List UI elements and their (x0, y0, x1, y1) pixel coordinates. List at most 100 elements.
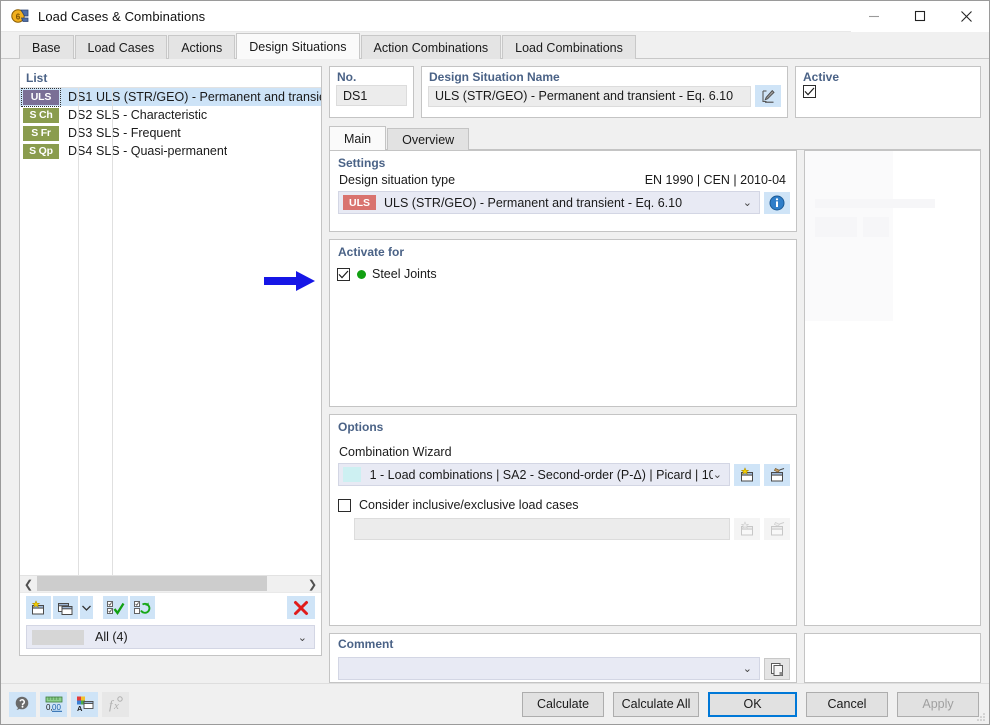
design-situation-type-combo[interactable]: ULS ULS (STR/GEO) - Permanent and transi… (338, 191, 760, 214)
activate-for-section: Activate for Steel Joints (329, 239, 797, 407)
new-combination-wizard-icon[interactable] (734, 463, 760, 486)
situation-name: ULS (STR/GEO) - Permanent and transient … (96, 90, 321, 104)
preview-panel (804, 150, 981, 626)
cancel-button[interactable]: Cancel (806, 691, 888, 717)
dialog-footer: 0, 00 A f x Calculate Calculate All OK C… (1, 683, 989, 724)
situation-badge: ULS (21, 88, 61, 107)
list-item[interactable]: S Ch DS2 SLS - Characteristic (20, 106, 321, 124)
scroll-thumb[interactable] (37, 575, 267, 591)
chevron-down-icon[interactable]: ⌄ (743, 662, 752, 675)
wizard-color-swatch (343, 467, 361, 482)
scroll-track[interactable] (37, 575, 304, 593)
calculate-all-button[interactable]: Calculate All (613, 691, 699, 717)
steel-joints-label: Steel Joints (372, 267, 437, 281)
chevron-down-icon[interactable]: ⌄ (713, 468, 722, 481)
inclusive-exclusive-field (354, 518, 730, 540)
list-item[interactable]: ULS DS1 ULS (STR/GEO) - Permanent and tr… (20, 88, 321, 107)
status-dot-icon (357, 269, 366, 279)
design-situation-name-label: Design Situation Name (429, 70, 560, 84)
tab-label: Load Cases (87, 40, 155, 55)
situation-no: DS1 (68, 90, 93, 104)
comment-combo[interactable]: ⌄ (338, 657, 760, 680)
display-properties-icon[interactable]: A (71, 691, 98, 717)
new-design-situation-icon[interactable] (26, 596, 51, 619)
close-button[interactable] (943, 0, 989, 32)
combination-wizard-value: 1 - Load combinations | SA2 - Second-ord… (369, 467, 713, 482)
scroll-left-button[interactable]: ❮ (20, 576, 37, 593)
svg-text:A: A (77, 704, 83, 713)
resize-grip[interactable] (975, 711, 986, 722)
tab-main[interactable]: Main (329, 126, 387, 150)
tab-label: Base (32, 40, 61, 55)
combination-wizard-combo[interactable]: 1 - Load combinations | SA2 - Second-ord… (338, 463, 730, 486)
steel-joints-checkbox[interactable] (337, 267, 350, 281)
tab-overview[interactable]: Overview (387, 128, 470, 150)
combination-wizard-row: 1 - Load combinations | SA2 - Second-ord… (338, 463, 790, 486)
design-situation-type-row: Design situation type EN 1990 | CEN | 20… (330, 173, 796, 187)
calculate-button[interactable]: Calculate (522, 691, 604, 717)
maximize-button[interactable] (897, 0, 943, 32)
list-item[interactable]: S Qp DS4 SLS - Quasi-permanent (20, 142, 321, 160)
situation-name: SLS - Frequent (96, 126, 181, 140)
list-filter-combo[interactable]: All (4) ⌄ (26, 625, 315, 649)
help-icon[interactable] (9, 691, 36, 717)
chevron-down-icon[interactable]: ⌄ (298, 631, 307, 644)
tab-label: Main (344, 131, 372, 146)
design-situations-list[interactable]: ULS DS1 ULS (STR/GEO) - Permanent and tr… (20, 87, 321, 575)
preview-footer-panel (804, 633, 981, 683)
copy-comment-icon[interactable] (764, 657, 790, 680)
main-settings-column: Settings Design situation type EN 1990 |… (329, 150, 797, 683)
edit-pencil-icon[interactable] (755, 85, 781, 107)
tab-label: Design Situations (249, 39, 347, 54)
tab-action-combinations[interactable]: Action Combinations (360, 35, 502, 59)
copy-design-situation-icon[interactable] (53, 596, 78, 619)
apply-button: Apply (897, 691, 979, 717)
no-value: DS1 (336, 85, 407, 106)
consider-inclusive-exclusive-checkbox[interactable] (338, 498, 351, 512)
design-situation-name-box: Design Situation Name ULS (STR/GEO) - Pe… (421, 66, 788, 118)
load-cases-combinations-window: 6 Load Cases & Combinations Base Load Ca… (0, 0, 990, 725)
select-all-icon[interactable] (103, 596, 128, 619)
design-situation-name-input[interactable]: ULS (STR/GEO) - Permanent and transient … (428, 85, 751, 107)
design-situation-type-label: Design situation type (339, 173, 456, 187)
situation-no: DS2 (68, 108, 93, 122)
minimize-button[interactable] (851, 0, 897, 32)
tab-load-combinations[interactable]: Load Combinations (502, 35, 636, 59)
chevron-down-icon[interactable]: ⌄ (743, 196, 752, 209)
tab-design-situations[interactable]: Design Situations (236, 33, 360, 59)
situation-badge: S Qp (23, 143, 59, 159)
blue-annotation-arrow (264, 270, 316, 292)
active-checkbox[interactable] (803, 85, 816, 98)
consider-inclusive-exclusive-row[interactable]: Consider inclusive/exclusive load cases (330, 486, 796, 512)
list-toolbar (20, 592, 321, 622)
list-item[interactable]: S Fr DS3 SLS - Frequent (20, 124, 321, 142)
info-icon[interactable] (764, 191, 790, 214)
tab-label: Action Combinations (373, 40, 489, 55)
type-value: ULS (STR/GEO) - Permanent and transient … (384, 195, 683, 210)
scroll-right-button[interactable]: ❯ (304, 576, 321, 593)
list-group-label: List (26, 71, 48, 85)
chevron-down-icon[interactable] (80, 596, 93, 619)
filter-value: All (4) (95, 630, 128, 644)
header-fields-row: No. DS1 Design Situation Name ULS (STR/G… (329, 66, 981, 118)
detail-tab-bar[interactable]: Main Overview (329, 125, 981, 150)
comment-group-label: Comment (338, 637, 394, 651)
situation-name: SLS - Quasi-permanent (96, 144, 228, 158)
activate-for-item[interactable]: Steel Joints (330, 262, 796, 281)
delete-icon[interactable] (287, 596, 315, 619)
ok-button[interactable]: OK (708, 691, 797, 717)
situation-badge: S Ch (23, 107, 59, 123)
edit-combination-wizard-icon[interactable] (764, 463, 790, 486)
list-horizontal-scrollbar[interactable]: ❮ ❯ (20, 575, 321, 593)
footer-buttons: Calculate Calculate All OK Cancel Apply (522, 691, 979, 717)
settings-group-label: Settings (338, 156, 386, 170)
consider-inclusive-exclusive-label: Consider inclusive/exclusive load cases (359, 498, 579, 512)
units-icon[interactable]: 0, 00 (40, 691, 67, 717)
inclusive-exclusive-row (354, 518, 790, 540)
tab-load-cases[interactable]: Load Cases (74, 35, 168, 59)
tab-base[interactable]: Base (19, 35, 74, 59)
tab-label: Overview (402, 132, 455, 147)
main-tab-bar[interactable]: Base Load Cases Actions Design Situation… (1, 32, 989, 59)
invert-selection-icon[interactable] (130, 596, 155, 619)
tab-actions[interactable]: Actions (168, 35, 236, 59)
